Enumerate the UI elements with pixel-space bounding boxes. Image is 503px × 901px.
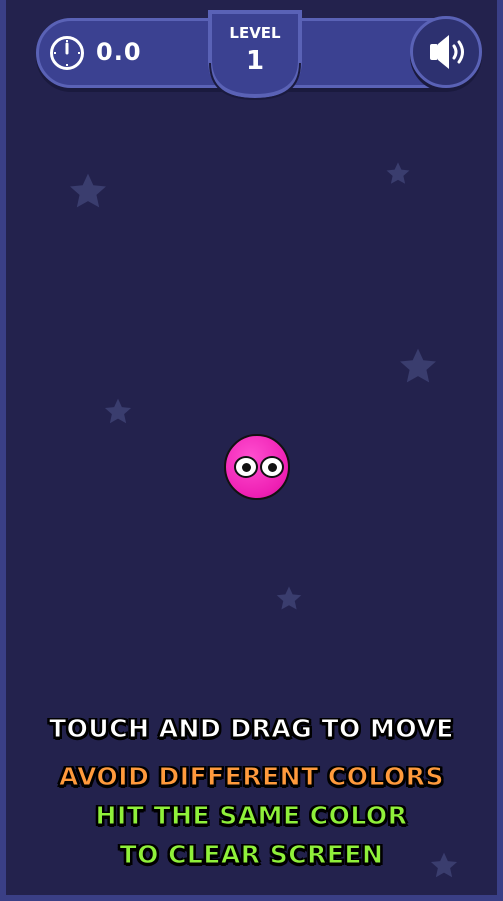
- instruction-clear-screen: TO CLEAR SCREEN: [119, 840, 384, 870]
- background-star: [70, 173, 106, 208]
- timer-value: 0.0: [96, 38, 142, 66]
- sound-toggle-button[interactable]: [410, 16, 482, 88]
- background-star: [104, 398, 132, 424]
- level-label: LEVEL: [229, 24, 281, 42]
- speaker-icon: [430, 35, 464, 69]
- eye-right: [260, 456, 284, 478]
- level-number: 1: [245, 46, 265, 76]
- instruction-touch-drag: TOUCH AND DRAG TO MOVE: [49, 714, 454, 744]
- player-ball[interactable]: [224, 434, 290, 500]
- instruction-avoid-colors: AVOID DIFFERENT COLORS: [58, 762, 444, 792]
- background-star: [400, 348, 436, 383]
- background-star: [386, 162, 410, 184]
- eye-left: [234, 456, 258, 478]
- game-area[interactable]: 0.0 LEVEL 1 TOUCH AND DRAG TO MOVE AVOID…: [0, 0, 503, 901]
- instruction-hit-same-color: HIT THE SAME COLOR: [95, 801, 408, 831]
- stopwatch-icon: [50, 36, 84, 70]
- background-star: [276, 586, 302, 610]
